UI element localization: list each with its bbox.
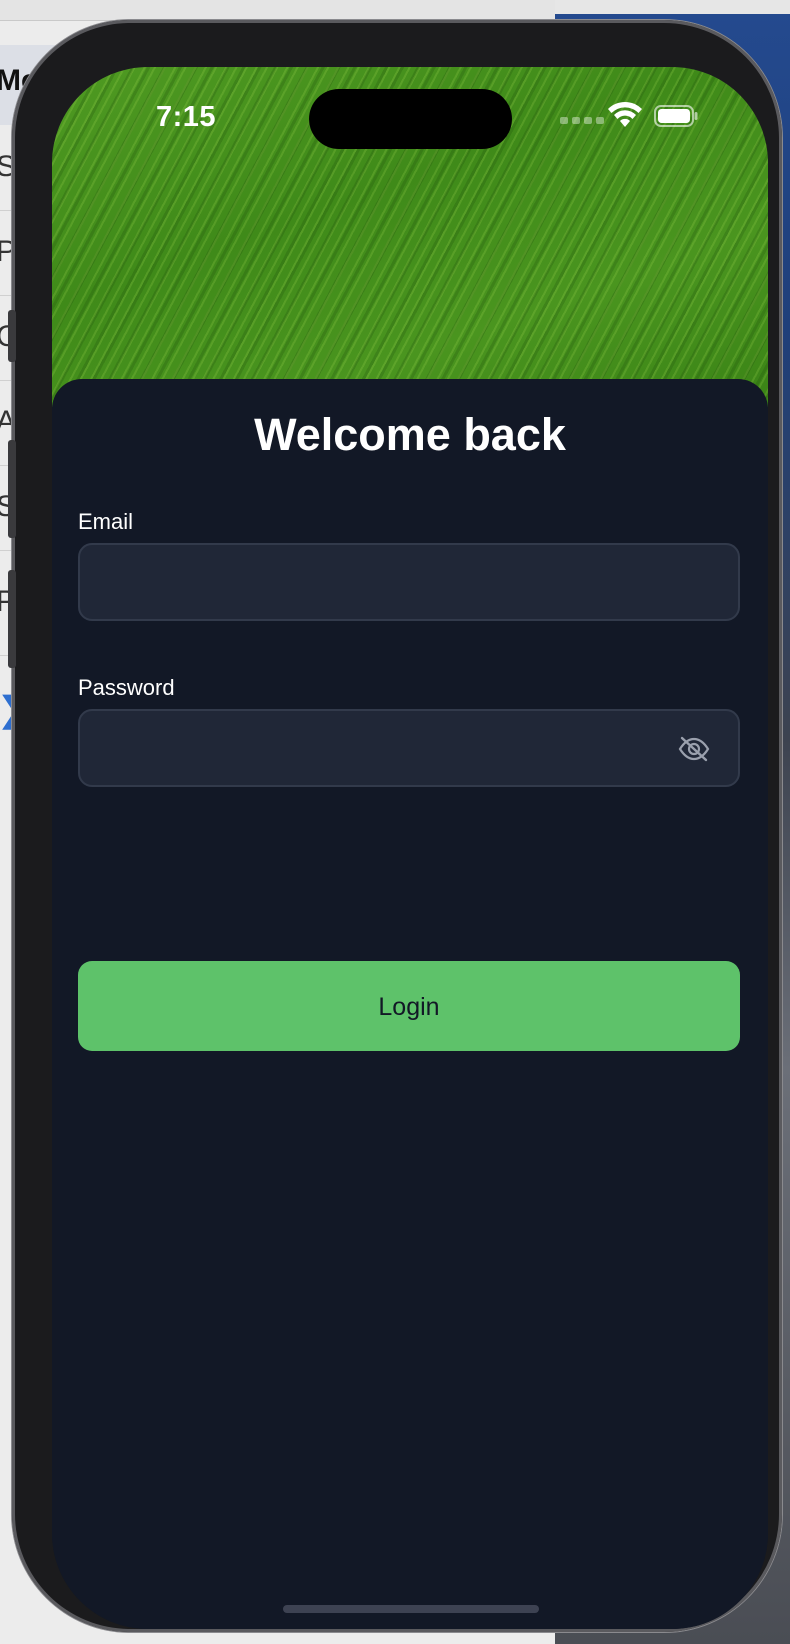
home-indicator[interactable] <box>283 1605 539 1613</box>
eye-off-icon[interactable] <box>677 735 711 763</box>
email-field[interactable] <box>78 543 740 621</box>
password-field[interactable] <box>78 709 740 787</box>
background-strip <box>555 0 790 14</box>
phone-frame: 7:15 Welcome back Email Password Login <box>8 20 782 1632</box>
phone-screen: 7:15 Welcome back Email Password Login <box>52 67 768 1629</box>
dynamic-island <box>309 89 512 149</box>
wifi-icon <box>608 101 642 127</box>
status-time: 7:15 <box>156 101 217 133</box>
email-label: Email <box>78 509 134 534</box>
phone-side-button <box>8 310 16 362</box>
background-toolbar <box>0 0 555 21</box>
phone-volume-down-button <box>8 570 16 668</box>
phone-volume-up-button <box>8 440 16 538</box>
login-button[interactable]: Login <box>78 961 740 1051</box>
password-label: Password <box>78 675 175 700</box>
login-sheet: Welcome back Email Password Login <box>52 379 768 1629</box>
battery-icon <box>654 105 698 127</box>
page-title: Welcome back <box>254 409 566 460</box>
